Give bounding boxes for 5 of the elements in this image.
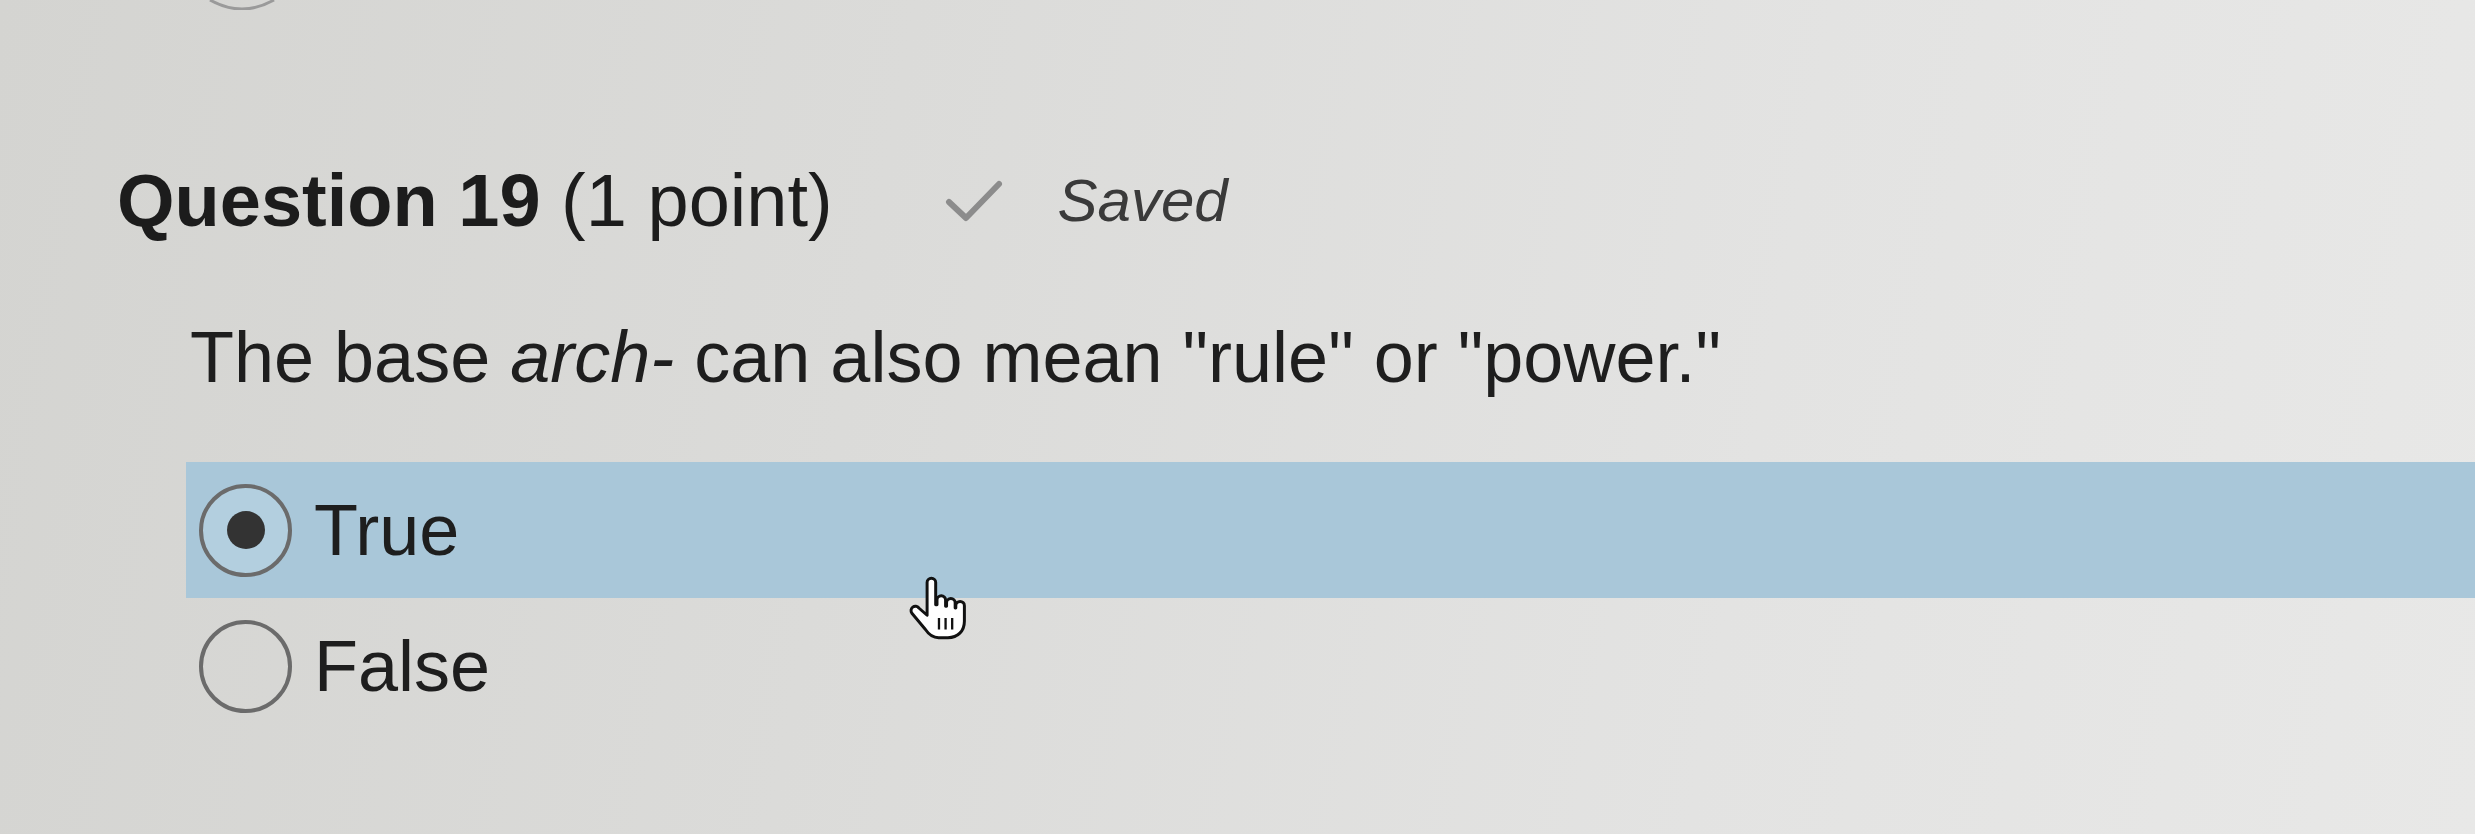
radio-button[interactable]: [199, 619, 292, 713]
answer-option[interactable]: True: [186, 462, 2475, 598]
arc-icon: [208, 0, 276, 10]
saved-status: Saved: [1057, 171, 1228, 231]
answer-option[interactable]: False: [186, 598, 2475, 734]
